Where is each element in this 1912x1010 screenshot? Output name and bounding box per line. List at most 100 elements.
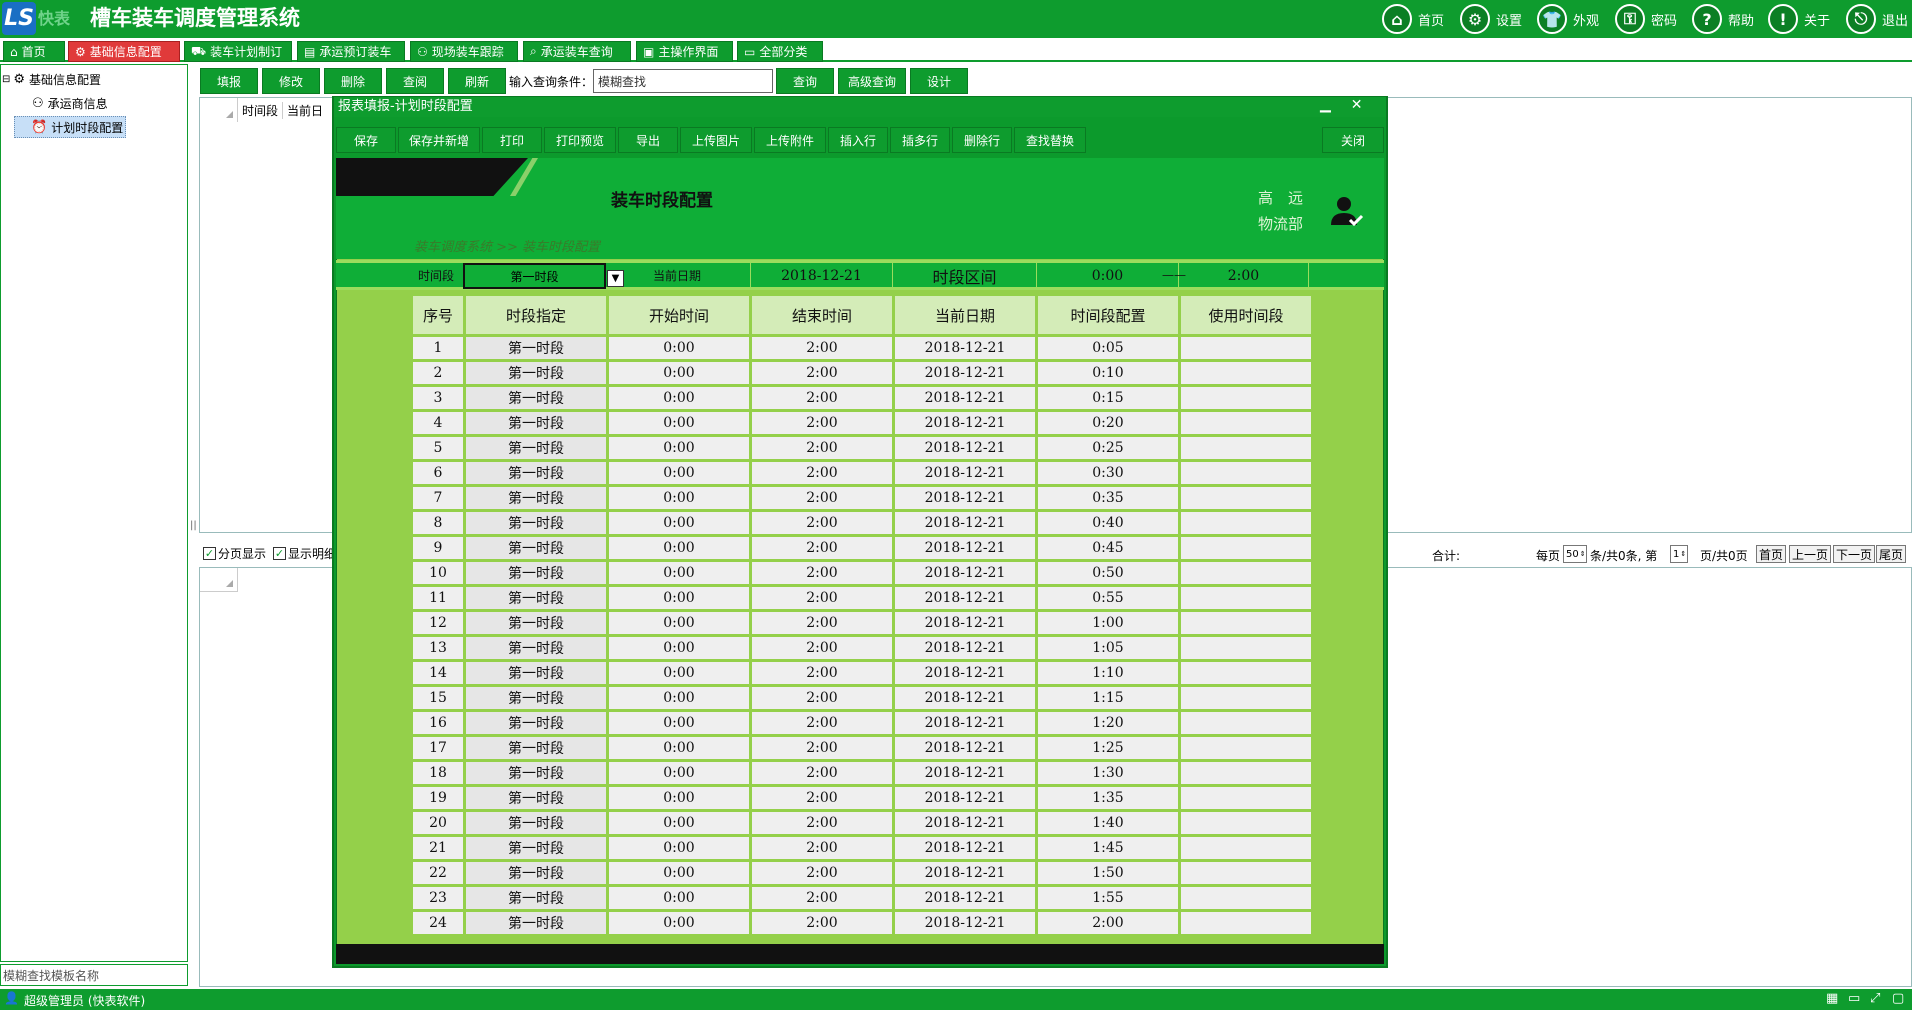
- cell-index[interactable]: 17: [413, 737, 463, 759]
- cell-period[interactable]: 第一时段: [466, 862, 606, 884]
- cell-date[interactable]: 2018-12-21: [895, 787, 1035, 809]
- cell-period[interactable]: 第一时段: [466, 912, 606, 934]
- cell-period[interactable]: 第一时段: [466, 612, 606, 634]
- cell-end[interactable]: 2:00: [752, 562, 892, 584]
- cell-end[interactable]: 2:00: [752, 487, 892, 509]
- cell-index[interactable]: 15: [413, 687, 463, 709]
- cell-used[interactable]: [1181, 712, 1311, 734]
- cell-period[interactable]: 第一时段: [466, 362, 606, 384]
- prev-page-button[interactable]: 上一页: [1789, 545, 1832, 563]
- cell-date[interactable]: 2018-12-21: [895, 612, 1035, 634]
- cell-date[interactable]: 2018-12-21: [895, 487, 1035, 509]
- insert-rows-button[interactable]: 插多行: [890, 127, 950, 153]
- tab-carrier-query[interactable]: ⌕ 承运装车查询: [523, 41, 631, 62]
- cell-used[interactable]: [1181, 437, 1311, 459]
- upload-image-button[interactable]: 上传图片: [680, 127, 752, 153]
- cell-date[interactable]: 2018-12-21: [895, 662, 1035, 684]
- cell-period[interactable]: 第一时段: [466, 787, 606, 809]
- cell-period[interactable]: 第一时段: [466, 687, 606, 709]
- cell-period[interactable]: 第一时段: [466, 587, 606, 609]
- cell-start[interactable]: 0:00: [609, 862, 749, 884]
- cell-slot[interactable]: 1:05: [1038, 637, 1178, 659]
- cell-used[interactable]: [1181, 537, 1311, 559]
- cell-used[interactable]: [1181, 687, 1311, 709]
- topnav-help-button[interactable]: ? 帮助: [1692, 3, 1754, 35]
- cell-used[interactable]: [1181, 887, 1311, 909]
- close-icon[interactable]: ✕: [1351, 97, 1363, 113]
- cell-end[interactable]: 2:00: [752, 737, 892, 759]
- cell-start[interactable]: 0:00: [609, 612, 749, 634]
- tab-home[interactable]: ⌂ 首页: [3, 41, 65, 62]
- cell-index[interactable]: 18: [413, 762, 463, 784]
- cell-slot[interactable]: 1:45: [1038, 837, 1178, 859]
- collapse-icon[interactable]: ⊟: [2, 74, 10, 85]
- save-button[interactable]: 保存: [336, 127, 396, 153]
- cell-start[interactable]: 0:00: [609, 737, 749, 759]
- range-start-value[interactable]: 0:00: [1036, 262, 1179, 290]
- cell-period[interactable]: 第一时段: [466, 712, 606, 734]
- monitor-icon[interactable]: ▭: [1848, 991, 1860, 1006]
- cell-used[interactable]: [1181, 362, 1311, 384]
- cell-date[interactable]: 2018-12-21: [895, 837, 1035, 859]
- cell-start[interactable]: 0:00: [609, 437, 749, 459]
- cell-used[interactable]: [1181, 412, 1311, 434]
- cell-period[interactable]: 第一时段: [466, 837, 606, 859]
- cell-index[interactable]: 23: [413, 887, 463, 909]
- cell-date[interactable]: 2018-12-21: [895, 712, 1035, 734]
- cell-used[interactable]: [1181, 387, 1311, 409]
- minimize-icon[interactable]: ▁: [1320, 97, 1331, 113]
- splitter-handle[interactable]: ||: [190, 520, 197, 531]
- cell-end[interactable]: 2:00: [752, 587, 892, 609]
- cell-used[interactable]: [1181, 912, 1311, 934]
- cell-end[interactable]: 2:00: [752, 387, 892, 409]
- cell-slot[interactable]: 0:20: [1038, 412, 1178, 434]
- cell-used[interactable]: [1181, 662, 1311, 684]
- cell-slot[interactable]: 1:50: [1038, 862, 1178, 884]
- cell-end[interactable]: 2:00: [752, 862, 892, 884]
- cell-date[interactable]: 2018-12-21: [895, 337, 1035, 359]
- cell-index[interactable]: 10: [413, 562, 463, 584]
- grid-col-header[interactable]: 时间段: [238, 101, 284, 119]
- cell-date[interactable]: 2018-12-21: [895, 587, 1035, 609]
- cell-end[interactable]: 2:00: [752, 637, 892, 659]
- cell-period[interactable]: 第一时段: [466, 637, 606, 659]
- tab-load-plan[interactable]: ⛟ 装车计划制订: [184, 41, 292, 62]
- refresh-button[interactable]: 刷新: [448, 68, 506, 94]
- cell-start[interactable]: 0:00: [609, 412, 749, 434]
- cell-index[interactable]: 4: [413, 412, 463, 434]
- cell-period[interactable]: 第一时段: [466, 512, 606, 534]
- cell-index[interactable]: 12: [413, 612, 463, 634]
- cell-period[interactable]: 第一时段: [466, 537, 606, 559]
- cell-start[interactable]: 0:00: [609, 587, 749, 609]
- paging-checkbox[interactable]: ✓ 分页显示: [203, 545, 266, 562]
- cell-end[interactable]: 2:00: [752, 787, 892, 809]
- cell-slot[interactable]: 0:15: [1038, 387, 1178, 409]
- cell-end[interactable]: 2:00: [752, 687, 892, 709]
- window-icon[interactable]: ▢: [1892, 991, 1904, 1006]
- fill-button[interactable]: 填报: [200, 68, 258, 94]
- cell-slot[interactable]: 0:35: [1038, 487, 1178, 509]
- cell-end[interactable]: 2:00: [752, 712, 892, 734]
- tab-onsite-tracking[interactable]: ⚇ 现场装车跟踪: [410, 41, 518, 62]
- cell-period[interactable]: 第一时段: [466, 662, 606, 684]
- cell-index[interactable]: 3: [413, 387, 463, 409]
- cell-slot[interactable]: 0:30: [1038, 462, 1178, 484]
- topnav-home-button[interactable]: ⌂ 首页: [1382, 3, 1444, 35]
- query-input[interactable]: 模糊查找: [593, 69, 773, 93]
- cell-date[interactable]: 2018-12-21: [895, 537, 1035, 559]
- cell-start[interactable]: 0:00: [609, 537, 749, 559]
- cell-period[interactable]: 第一时段: [466, 412, 606, 434]
- cell-slot[interactable]: 0:05: [1038, 337, 1178, 359]
- cell-slot[interactable]: 1:35: [1038, 787, 1178, 809]
- cell-period[interactable]: 第一时段: [466, 462, 606, 484]
- cell-end[interactable]: 2:00: [752, 837, 892, 859]
- view-button[interactable]: 查阅: [386, 68, 444, 94]
- cell-start[interactable]: 0:00: [609, 812, 749, 834]
- cell-index[interactable]: 16: [413, 712, 463, 734]
- cell-date[interactable]: 2018-12-21: [895, 862, 1035, 884]
- cell-date[interactable]: 2018-12-21: [895, 737, 1035, 759]
- cell-end[interactable]: 2:00: [752, 762, 892, 784]
- cell-start[interactable]: 0:00: [609, 687, 749, 709]
- cell-start[interactable]: 0:00: [609, 462, 749, 484]
- dialog-close-button[interactable]: 关闭: [1322, 127, 1384, 153]
